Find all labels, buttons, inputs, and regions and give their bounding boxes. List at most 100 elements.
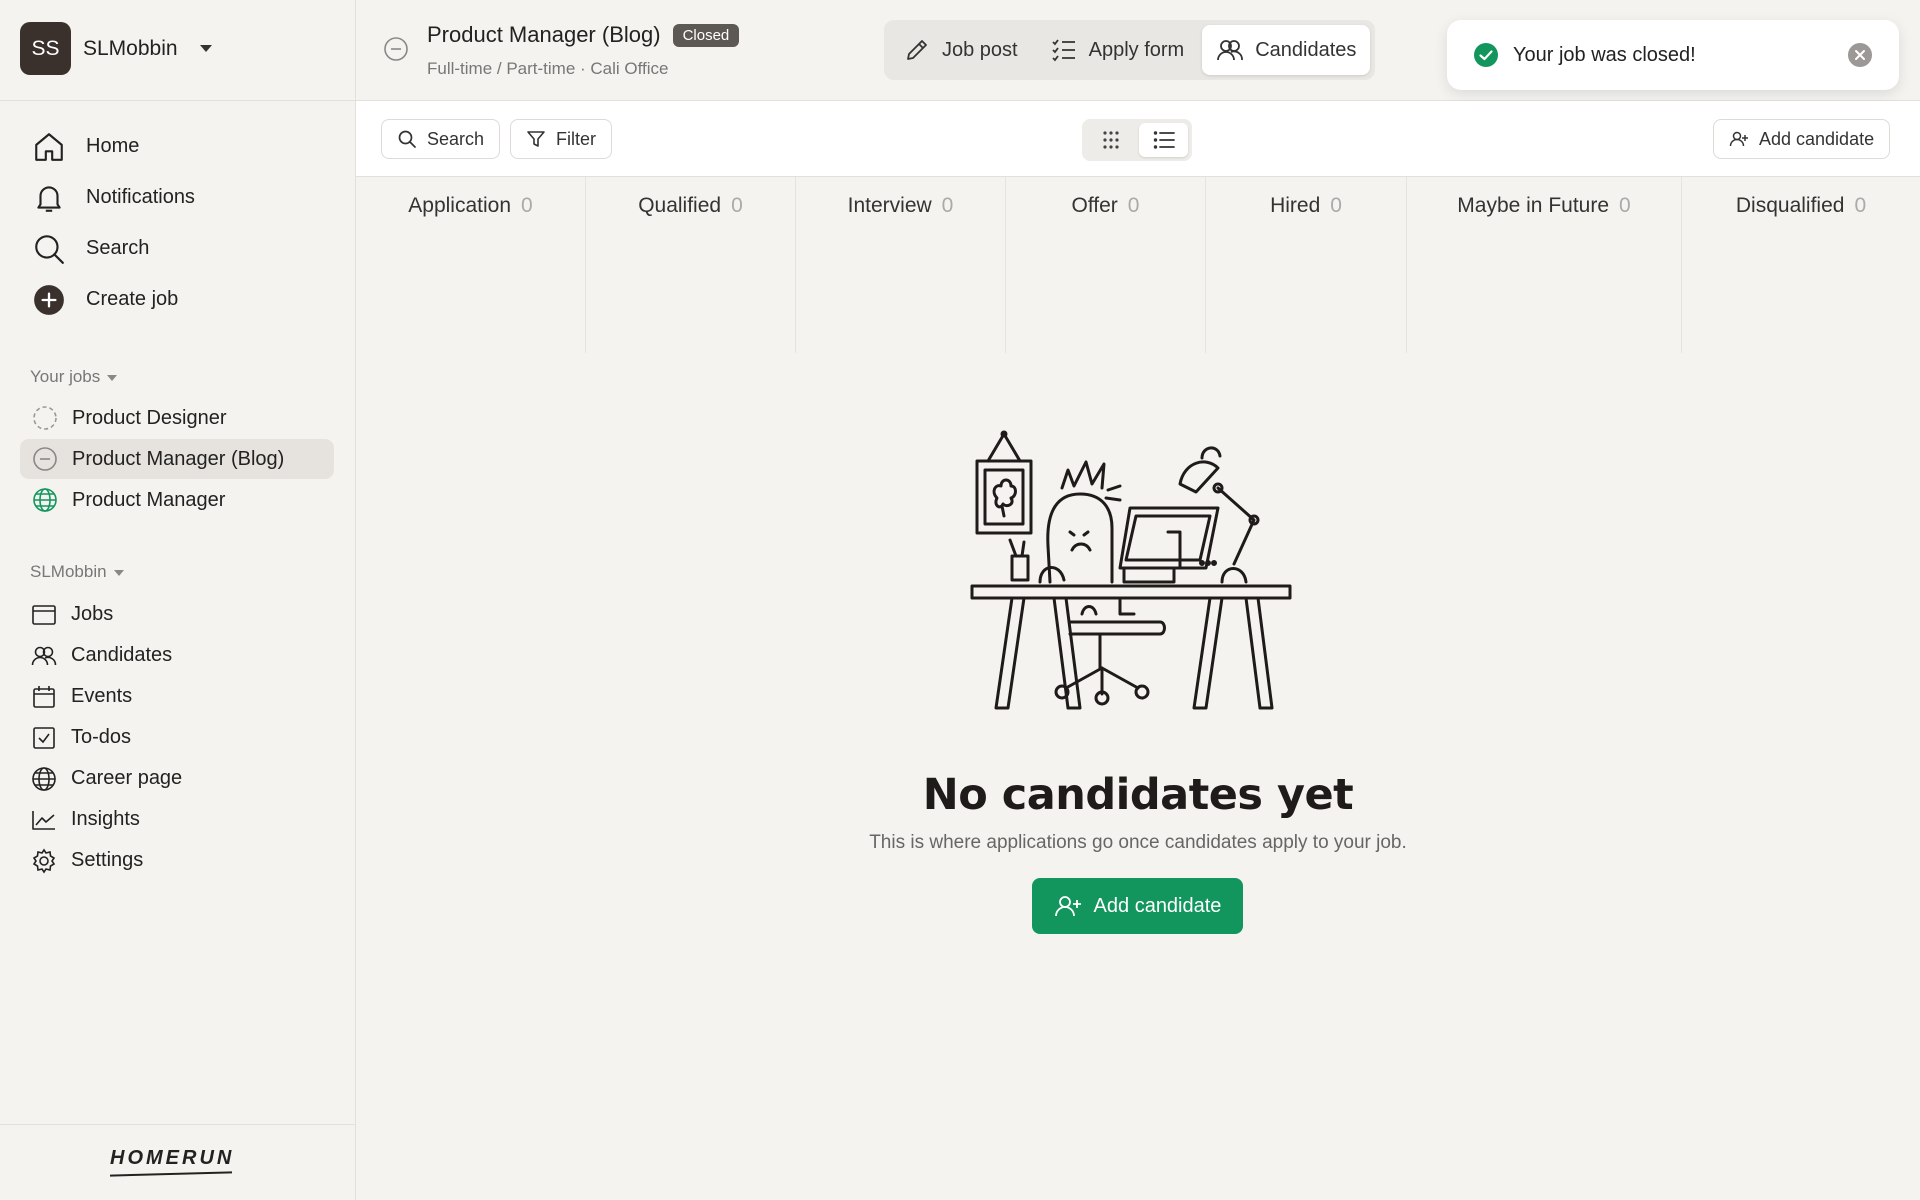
- stage-count: 0: [1127, 194, 1140, 217]
- nav-label: Candidates: [71, 644, 173, 666]
- stage-name: Disqualified: [1735, 194, 1845, 217]
- empty-state-subtitle: This is where applications go once candi…: [869, 832, 1407, 853]
- nav-label: Search: [86, 237, 150, 259]
- tab-candidates[interactable]: Candidates: [1202, 25, 1371, 75]
- pipeline-column: Hired 0: [1206, 177, 1407, 353]
- add-candidate-cta-button[interactable]: Add candidate: [1032, 878, 1243, 934]
- browser-icon: [32, 604, 56, 625]
- job-label: Product Designer: [72, 406, 227, 429]
- checkbox-icon: [33, 726, 55, 749]
- bell-icon: [37, 185, 61, 212]
- nav-label: To-dos: [71, 726, 132, 748]
- close-icon[interactable]: [1847, 42, 1873, 68]
- nav-jobs[interactable]: Jobs: [20, 594, 334, 635]
- your-jobs-toggle[interactable]: Your jobs: [30, 367, 118, 387]
- filter-label: Filter: [556, 128, 596, 149]
- grid-dots-icon: [1102, 131, 1119, 149]
- caret-down-icon: [199, 45, 212, 52]
- job-subtitle: Full-time / Part-time · Cali Office: [427, 59, 669, 78]
- globe-icon: [33, 488, 57, 512]
- user-plus-icon: [1054, 896, 1081, 917]
- stage-count: 0: [941, 194, 954, 217]
- workspace-avatar: SS: [20, 22, 71, 75]
- workspace-switcher[interactable]: SS SLMobbin: [20, 22, 212, 75]
- job-item-product-manager[interactable]: Product Manager: [20, 480, 334, 520]
- plus-circle-icon: [34, 284, 64, 315]
- tab-job-post[interactable]: Job post: [889, 25, 1032, 75]
- stage-name: Interview: [847, 194, 932, 217]
- nav-label: Events: [71, 685, 133, 707]
- nav-search[interactable]: Search: [20, 223, 334, 274]
- tab-label: Job post: [942, 38, 1018, 61]
- job-tabs: Job post Apply form Candidates: [884, 20, 1376, 80]
- toast-notification: Your job was closed!: [1447, 20, 1899, 90]
- main-nav: Home Notifications Search Create job: [20, 121, 334, 325]
- nav-career-page[interactable]: Career page: [20, 758, 334, 799]
- minus-circle-icon[interactable]: [383, 36, 409, 62]
- stage-name: Maybe in Future: [1457, 194, 1610, 217]
- chart-icon: [32, 810, 55, 830]
- nav-label: Insights: [71, 808, 140, 830]
- filter-icon: [527, 131, 545, 147]
- pipeline-columns: Application 0 Qualified 0 Interview 0 Offer…: [356, 177, 1920, 353]
- caret-down-icon: [107, 374, 118, 381]
- nav-label: Jobs: [71, 603, 114, 625]
- page-title: Product Manager (Blog): [427, 22, 661, 47]
- tab-label: Candidates: [1255, 38, 1357, 61]
- sidebar-footer: HOMERUN: [0, 1124, 355, 1200]
- pipeline-column: Disqualified 0: [1682, 177, 1920, 353]
- pencil-icon: [907, 40, 927, 60]
- nav-events[interactable]: Events: [20, 676, 334, 717]
- globe-icon: [32, 766, 56, 791]
- section-label: Your jobs: [30, 367, 101, 386]
- pipeline-column: Interview 0: [796, 177, 1006, 353]
- empty-desk-illustration: [970, 430, 1292, 710]
- job-item-product-designer[interactable]: Product Designer: [20, 398, 334, 438]
- user-plus-icon: [1729, 131, 1748, 147]
- filter-button[interactable]: Filter: [510, 119, 612, 159]
- status-badge: Closed: [672, 23, 740, 47]
- section-label: SLMobbin: [30, 562, 107, 581]
- nav-label: Home: [86, 135, 140, 157]
- sidebar: SS SLMobbin Home Notifications Search Cr…: [0, 0, 356, 1200]
- nav-candidates[interactable]: Candidates: [20, 635, 334, 676]
- toast-message: Your job was closed!: [1513, 43, 1696, 66]
- board-view-button[interactable]: [1086, 123, 1135, 157]
- caret-down-icon: [113, 569, 124, 576]
- org-toggle[interactable]: SLMobbin: [30, 562, 124, 582]
- tab-apply-form[interactable]: Apply form: [1036, 25, 1199, 75]
- nav-insights[interactable]: Insights: [20, 799, 334, 840]
- search-label: Search: [427, 128, 485, 149]
- nav-home[interactable]: Home: [20, 121, 334, 172]
- nav-settings[interactable]: Settings: [20, 840, 334, 881]
- home-icon: [35, 132, 63, 161]
- org-nav: Jobs Candidates Events To-dos Career pag…: [20, 594, 334, 881]
- pipeline-column: Application 0: [356, 177, 586, 353]
- homerun-logo[interactable]: HOMERUN: [110, 1147, 234, 1170]
- users-icon: [1217, 40, 1244, 61]
- stage-name: Qualified: [638, 194, 722, 217]
- stage-count: 0: [1619, 194, 1631, 217]
- nav-label: Create job: [86, 288, 179, 310]
- stage-count: 0: [731, 194, 743, 217]
- nav-label: Notifications: [86, 186, 195, 208]
- list-view-button[interactable]: [1139, 123, 1188, 157]
- job-list: Product Designer Product Manager (Blog) …: [20, 398, 334, 521]
- empty-state-title: No candidates yet: [922, 770, 1354, 820]
- divider: [0, 100, 355, 101]
- add-candidate-button[interactable]: Add candidate: [1713, 119, 1891, 159]
- nav-todos[interactable]: To-dos: [20, 717, 334, 758]
- job-label: Product Manager: [72, 488, 226, 511]
- job-label: Product Manager (Blog): [72, 447, 285, 470]
- stage-count: 0: [1330, 194, 1342, 217]
- nav-create-job[interactable]: Create job: [20, 274, 334, 325]
- view-toggle: [1082, 119, 1192, 161]
- pipeline-column: Maybe in Future 0: [1407, 177, 1682, 353]
- job-item-product-manager-blog[interactable]: Product Manager (Blog): [20, 439, 334, 479]
- stage-name: Application: [408, 194, 512, 217]
- nav-notifications[interactable]: Notifications: [20, 172, 334, 223]
- logo-underline: [109, 1171, 233, 1177]
- search-button[interactable]: Search: [381, 119, 501, 159]
- stage-count: 0: [521, 194, 533, 217]
- nav-label: Career page: [71, 767, 183, 789]
